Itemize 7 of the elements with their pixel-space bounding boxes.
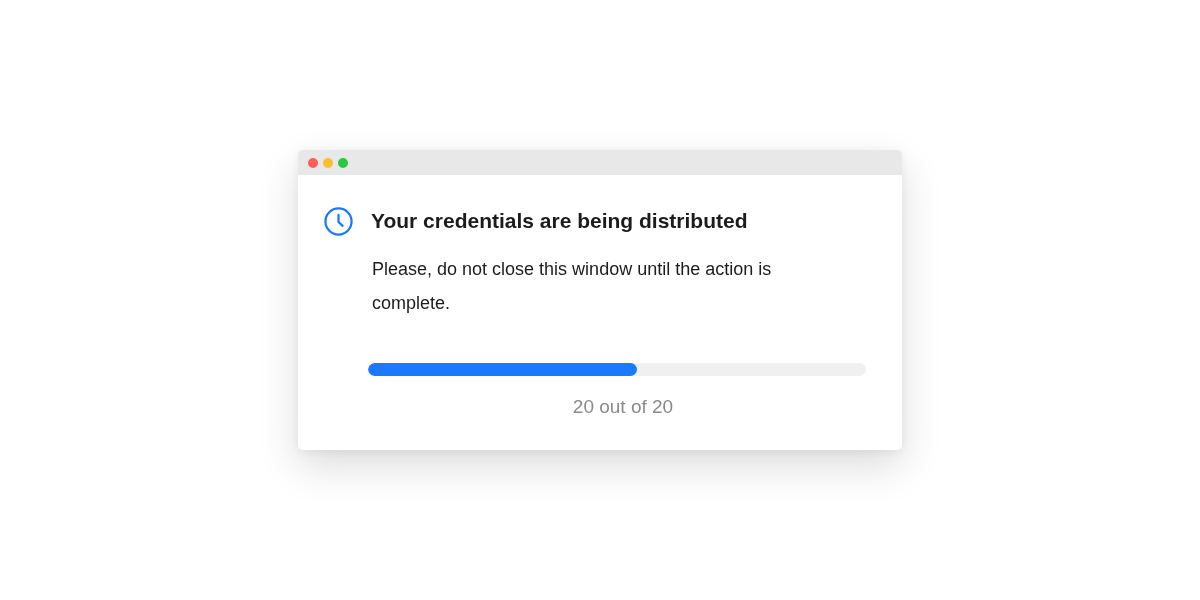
window-control-icon[interactable] xyxy=(323,157,333,168)
dialog-message: Please, do not close this window until the action is complete. xyxy=(372,258,773,315)
clock-icon xyxy=(324,206,353,236)
dialog-title: Your credentials are being distributed xyxy=(371,208,748,234)
window-control-icon[interactable] xyxy=(338,157,348,168)
window-control-icon[interactable] xyxy=(308,157,318,168)
progress-caption: 20 out of 20 xyxy=(572,395,674,419)
